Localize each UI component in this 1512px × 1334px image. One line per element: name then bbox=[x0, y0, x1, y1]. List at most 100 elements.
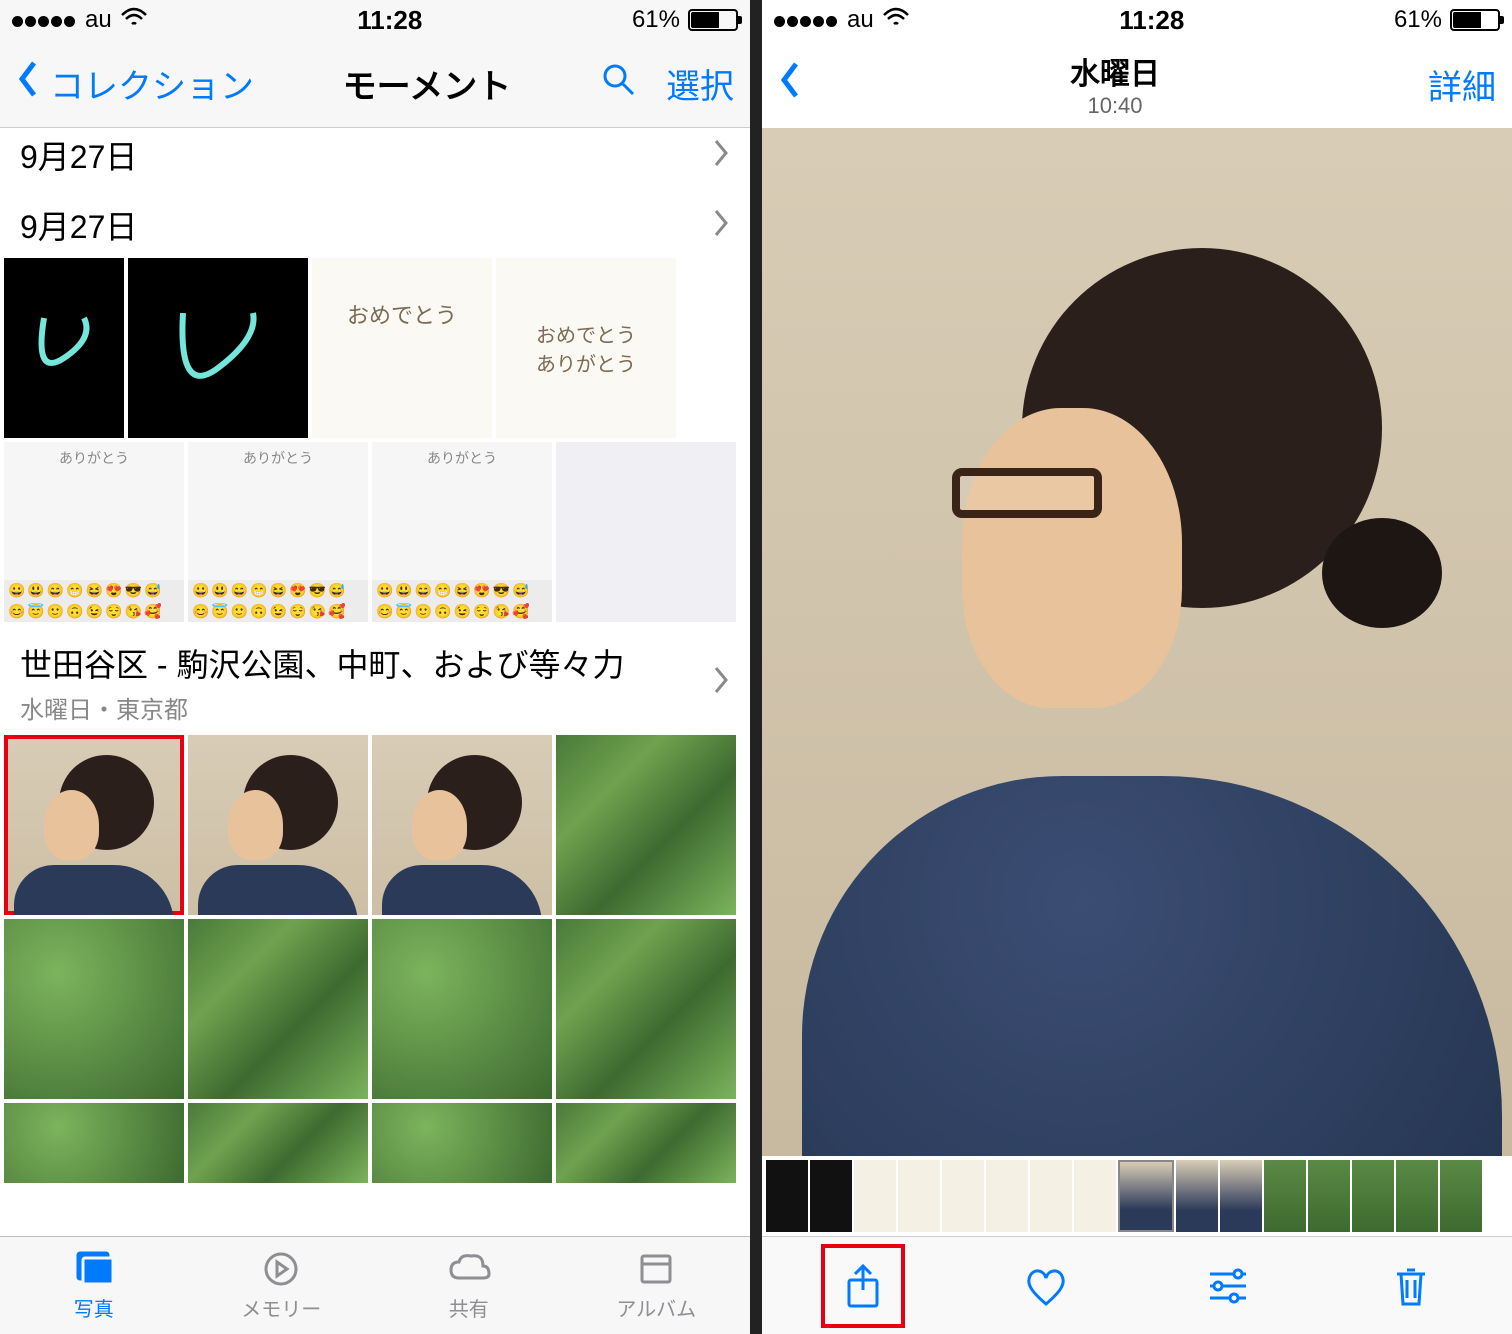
nav-title: 水曜日 bbox=[802, 49, 1428, 93]
filmstrip-thumb-active[interactable] bbox=[1118, 1160, 1174, 1232]
photo-thumb[interactable] bbox=[556, 442, 736, 622]
filmstrip-thumb[interactable] bbox=[1030, 1160, 1072, 1232]
photo-thumb[interactable] bbox=[372, 919, 552, 1099]
select-button[interactable]: 選択 bbox=[666, 59, 734, 108]
nav-subtitle: 10:40 bbox=[802, 93, 1428, 119]
back-button[interactable] bbox=[778, 60, 802, 109]
favorite-button[interactable] bbox=[1006, 1246, 1086, 1326]
tab-albums[interactable]: アルバム bbox=[563, 1237, 751, 1334]
filmstrip-thumb[interactable] bbox=[1074, 1160, 1116, 1232]
albums-icon bbox=[632, 1249, 680, 1289]
photo-thumb[interactable] bbox=[188, 1103, 368, 1183]
delete-button[interactable] bbox=[1371, 1246, 1451, 1326]
photo-thumb[interactable]: ありがとう 😀😃😄😁😆😍😎😅 😊😇🙂🙃😉😌😘🥰 bbox=[188, 442, 368, 622]
status-time: 11:28 bbox=[357, 5, 422, 36]
nav-bar: コレクション モーメント 選択 bbox=[0, 40, 750, 128]
photo-thumb[interactable] bbox=[4, 919, 184, 1099]
photo-thumb[interactable] bbox=[556, 919, 736, 1099]
section-header[interactable]: 9月27日 bbox=[0, 188, 750, 258]
photo-thumb[interactable]: おめでとう ありがとう bbox=[496, 258, 676, 438]
photo-thumb[interactable] bbox=[188, 735, 368, 915]
status-left: au bbox=[12, 6, 148, 34]
emoji-row: 😀😃😄😁😆😍😎😅 bbox=[188, 580, 368, 601]
filmstrip-thumb[interactable] bbox=[898, 1160, 940, 1232]
filmstrip-thumb[interactable] bbox=[1352, 1160, 1394, 1232]
screenshot-divider bbox=[750, 0, 762, 1334]
section-title: 9月27日 bbox=[20, 132, 137, 178]
status-right: 61% bbox=[1394, 6, 1500, 34]
status-bar: au 11:28 61% bbox=[0, 0, 750, 40]
emoji-row: 😊😇🙂🙃😉😌😘🥰 bbox=[4, 601, 184, 622]
wifi-icon bbox=[882, 6, 910, 34]
tab-label: 共有 bbox=[449, 1293, 489, 1322]
photo-thumb[interactable] bbox=[372, 735, 552, 915]
chevron-right-icon bbox=[712, 665, 730, 700]
section-title: 9月27日 bbox=[20, 202, 137, 248]
section-header[interactable]: 9月27日 bbox=[0, 128, 750, 188]
signal-dots-icon bbox=[12, 6, 77, 34]
filmstrip-thumb[interactable] bbox=[986, 1160, 1028, 1232]
photo-thumb[interactable]: ありがとう 😀😃😄😁😆😍😎😅 😊😇🙂🙃😉😌😘🥰 bbox=[4, 442, 184, 622]
filmstrip-thumb[interactable] bbox=[1396, 1160, 1438, 1232]
photo-thumb[interactable] bbox=[556, 1103, 736, 1183]
tab-label: アルバム bbox=[616, 1293, 696, 1322]
search-button[interactable] bbox=[600, 61, 636, 106]
tab-label: 写真 bbox=[74, 1293, 114, 1322]
filmstrip-thumb[interactable] bbox=[810, 1160, 852, 1232]
tab-memories[interactable]: メモリー bbox=[188, 1237, 376, 1334]
carrier-label: au bbox=[847, 6, 874, 34]
chevron-right-icon bbox=[712, 138, 730, 173]
section-title: 世田谷区 - 駒沢公園、中町、および等々力 bbox=[20, 640, 624, 686]
photo-thumb-selected[interactable] bbox=[4, 735, 184, 915]
carrier-label: au bbox=[85, 6, 112, 34]
photo-thumb[interactable] bbox=[4, 258, 124, 438]
photo-thumb[interactable] bbox=[128, 258, 308, 438]
photo-thumb[interactable] bbox=[188, 919, 368, 1099]
battery-icon bbox=[1450, 9, 1500, 31]
thumb-grid: おめでとう おめでとう ありがとう ありがとう 😀😃😄😁😆😍😎😅 😊😇🙂🙃😉😌😘… bbox=[0, 258, 750, 626]
status-time: 11:28 bbox=[1119, 5, 1184, 36]
chevron-right-icon bbox=[712, 208, 730, 243]
photo-thumb[interactable]: ありがとう 😀😃😄😁😆😍😎😅 😊😇🙂🙃😉😌😘🥰 bbox=[372, 442, 552, 622]
tab-shared[interactable]: 共有 bbox=[375, 1237, 563, 1334]
photo-toolbar bbox=[762, 1236, 1512, 1334]
status-left: au bbox=[774, 6, 910, 34]
filmstrip[interactable] bbox=[762, 1156, 1512, 1236]
details-button[interactable]: 詳細 bbox=[1428, 60, 1496, 109]
filmstrip-thumb[interactable] bbox=[1440, 1160, 1482, 1232]
thumb-label: ありがとう bbox=[372, 442, 552, 514]
edit-button[interactable] bbox=[1188, 1246, 1268, 1326]
memories-icon bbox=[257, 1249, 305, 1289]
status-bar: au 11:28 61% bbox=[762, 0, 1512, 40]
filmstrip-thumb[interactable] bbox=[1308, 1160, 1350, 1232]
photo-thumb[interactable] bbox=[372, 1103, 552, 1183]
photo-thumb[interactable] bbox=[4, 1103, 184, 1183]
thumb-label: ありがとう bbox=[188, 442, 368, 514]
photo-viewer[interactable] bbox=[762, 128, 1512, 1156]
cloud-icon bbox=[445, 1249, 493, 1289]
photos-icon bbox=[70, 1249, 118, 1289]
photo-thumb[interactable]: おめでとう bbox=[312, 258, 492, 438]
photo-thumb[interactable] bbox=[556, 735, 736, 915]
section-header[interactable]: 世田谷区 - 駒沢公園、中町、および等々力 水曜日・東京都 bbox=[0, 626, 750, 735]
filmstrip-thumb[interactable] bbox=[1264, 1160, 1306, 1232]
filmstrip-thumb[interactable] bbox=[942, 1160, 984, 1232]
signal-dots-icon bbox=[774, 6, 839, 34]
filmstrip-thumb[interactable] bbox=[1176, 1160, 1218, 1232]
filmstrip-thumb[interactable] bbox=[854, 1160, 896, 1232]
back-label: コレクション bbox=[50, 59, 254, 108]
moments-scroll[interactable]: 9月27日 9月27日 おめでとう おめでとう ありがとう ありがとう bbox=[0, 128, 750, 1236]
filmstrip-thumb[interactable] bbox=[766, 1160, 808, 1232]
wifi-icon bbox=[120, 6, 148, 34]
battery-percent: 61% bbox=[1394, 6, 1442, 34]
nav-bar: 水曜日 10:40 詳細 bbox=[762, 40, 1512, 128]
tab-bar: 写真 メモリー 共有 アルバム bbox=[0, 1236, 750, 1334]
filmstrip-thumb[interactable] bbox=[1220, 1160, 1262, 1232]
share-button[interactable] bbox=[823, 1246, 903, 1326]
section-subtitle: 水曜日・東京都 bbox=[20, 690, 624, 725]
tab-photos[interactable]: 写真 bbox=[0, 1237, 188, 1334]
chevron-left-icon bbox=[16, 59, 40, 108]
emoji-row: 😀😃😄😁😆😍😎😅 bbox=[372, 580, 552, 601]
thumb-label: おめでとう ありがとう bbox=[496, 258, 676, 438]
back-button[interactable]: コレクション bbox=[16, 59, 254, 108]
